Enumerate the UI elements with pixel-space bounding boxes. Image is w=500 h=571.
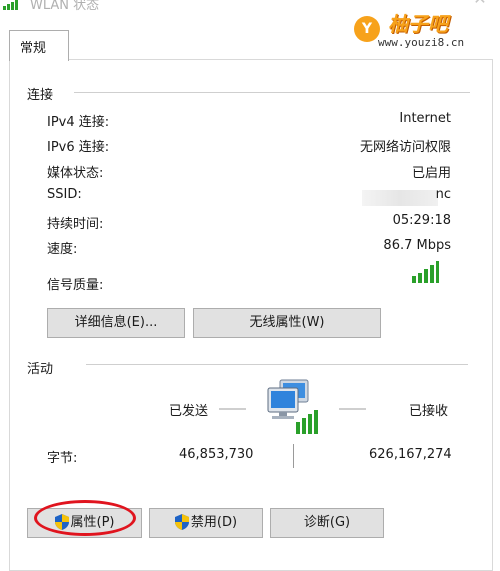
ipv6-row: IPv6 连接: 无网络访问权限 — [47, 136, 451, 156]
bytes-sent-value: 46,853,730 — [179, 447, 254, 462]
disable-button-label: 禁用(D) — [190, 515, 238, 530]
bytes-label: 字节: — [47, 451, 78, 466]
media-state-row: 媒体状态: 已启用 — [47, 162, 451, 182]
media-state-value: 已启用 — [411, 166, 451, 181]
network-computers-icon — [267, 379, 318, 434]
shield-icon — [54, 513, 69, 530]
activity-section-title: 活动 — [27, 362, 54, 377]
ipv4-value: Internet — [399, 111, 451, 126]
ssid-row: SSID: nc — [47, 187, 451, 207]
ipv4-label: IPv4 连接: — [47, 115, 110, 130]
watermark-url: www.youzi8.cn — [378, 36, 465, 49]
ipv6-value: 无网络访问权限 — [359, 140, 451, 155]
signal-strength-icon — [412, 261, 439, 283]
watermark: Y 柚子吧 www.youzi8.cn — [350, 8, 500, 54]
speed-label: 速度: — [47, 242, 78, 257]
section-divider — [86, 364, 468, 365]
watermark-title: 柚子吧 — [388, 12, 448, 36]
speed-row: 速度: 86.7 Mbps — [47, 238, 451, 258]
diagnose-button[interactable]: 诊断(G) — [270, 508, 384, 538]
received-label: 已接收 — [409, 404, 449, 419]
duration-row: 持续时间: 05:29:18 — [47, 213, 451, 233]
properties-button-label: 属性(P) — [70, 515, 115, 530]
window-title: WLAN 状态 — [30, 0, 100, 13]
duration-value: 05:29:18 — [392, 213, 451, 228]
bytes-received-value: 626,167,274 — [369, 447, 452, 462]
sent-label: 已发送 — [169, 404, 209, 419]
close-icon: ✕ — [473, 0, 486, 8]
tab-general-label: 常规 — [20, 41, 47, 56]
disable-button[interactable]: 禁用(D) — [149, 508, 263, 538]
connection-section-title: 连接 — [27, 88, 54, 103]
speed-value: 86.7 Mbps — [383, 238, 451, 253]
ssid-value: nc — [435, 187, 451, 202]
shield-icon — [174, 513, 189, 530]
received-line — [339, 408, 366, 410]
ssid-label: SSID: — [47, 187, 82, 202]
ipv4-row: IPv4 连接: Internet — [47, 111, 451, 131]
properties-button[interactable]: 属性(P) — [27, 508, 142, 538]
wifi-signal-icon — [3, 0, 18, 10]
sent-line — [219, 408, 246, 410]
ipv6-label: IPv6 连接: — [47, 140, 110, 155]
wireless-properties-button[interactable]: 无线属性(W) — [193, 308, 381, 338]
details-button[interactable]: 详细信息(E)... — [47, 308, 185, 338]
bytes-divider — [293, 444, 294, 468]
media-state-label: 媒体状态: — [47, 166, 104, 181]
watermark-logo: Y — [354, 16, 380, 42]
signal-quality-row: 信号质量: — [47, 274, 451, 294]
duration-label: 持续时间: — [47, 217, 104, 232]
signal-quality-label: 信号质量: — [47, 278, 104, 293]
section-divider — [74, 92, 470, 93]
tab-general[interactable]: 常规 — [9, 30, 69, 61]
